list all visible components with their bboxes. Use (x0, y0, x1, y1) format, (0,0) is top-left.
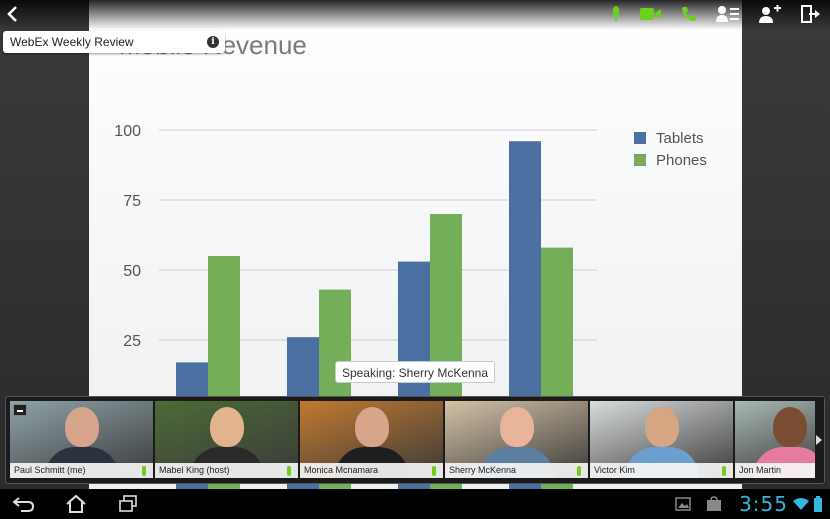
participant-name: Mabel King (host) (155, 463, 298, 478)
recent-apps-icon[interactable] (117, 494, 139, 514)
add-participant-icon[interactable] (758, 4, 782, 24)
participant-face (354, 407, 389, 447)
participant-face (499, 407, 534, 447)
participant-strip: Paul Schmitt (me) Mabel King (host) Monica… (5, 396, 825, 484)
participant-tile[interactable]: Victor Kim (590, 401, 733, 478)
participant-face (209, 407, 244, 447)
system-navigation-bar: 3:55 (0, 489, 830, 519)
microphone-icon (287, 466, 291, 476)
participant-face (773, 407, 807, 447)
speaking-indicator: Speaking: Sherry McKenna (335, 361, 495, 383)
meeting-title-chip[interactable]: WebEx Weekly Review i (3, 31, 225, 53)
minimize-strip-button[interactable] (13, 404, 27, 416)
status-clock: 3:55 (739, 492, 788, 516)
microphone-icon[interactable] (610, 5, 622, 23)
y-tick-label: 75 (123, 193, 141, 210)
participant-tile[interactable]: Monica Mcnamara (300, 401, 443, 478)
speaking-mic-icon (577, 466, 581, 476)
microphone-icon (142, 466, 146, 476)
leave-meeting-icon[interactable] (800, 4, 822, 24)
legend-label-tablets: Tablets (656, 130, 704, 147)
y-tick-label: 25 (123, 333, 141, 350)
legend-label-phones: Phones (656, 152, 707, 169)
home-nav-icon[interactable] (64, 493, 88, 515)
back-icon[interactable] (4, 4, 20, 24)
participant-tile[interactable]: Sherry McKenna (445, 401, 588, 478)
participant-name: Paul Schmitt (me) (10, 463, 153, 478)
meeting-screen: Mobile Revenue 255075100TabletsPhones (0, 0, 830, 489)
info-icon[interactable]: i (207, 36, 219, 48)
scroll-right-icon[interactable] (816, 435, 822, 445)
wifi-icon (792, 497, 810, 511)
legend-swatch-tablets (634, 132, 646, 144)
top-toolbar (0, 0, 830, 28)
meeting-title: WebEx Weekly Review (10, 35, 134, 49)
participant-name: Sherry McKenna (445, 463, 588, 478)
participant-face (644, 407, 679, 447)
participant-tile[interactable]: Mabel King (host) (155, 401, 298, 478)
microphone-icon (432, 466, 436, 476)
participant-name: Victor Kim (590, 463, 733, 478)
battery-icon (813, 495, 823, 513)
y-tick-label: 50 (123, 263, 141, 280)
participant-name: Monica Mcnamara (300, 463, 443, 478)
participant-tile[interactable]: Paul Schmitt (me) (10, 401, 153, 478)
back-nav-icon[interactable] (12, 494, 36, 514)
participant-tile[interactable]: Jon Martin (735, 401, 815, 478)
y-tick-label: 100 (114, 123, 141, 140)
participants-list-icon[interactable] (716, 4, 740, 24)
legend-swatch-phones (634, 154, 646, 166)
microphone-icon (722, 466, 726, 476)
video-camera-icon[interactable] (640, 6, 662, 22)
phone-icon[interactable] (680, 5, 698, 23)
gallery-icon[interactable] (674, 496, 692, 512)
participant-face (64, 407, 99, 447)
participant-name: Jon Martin (735, 463, 815, 478)
store-icon[interactable] (705, 495, 723, 513)
